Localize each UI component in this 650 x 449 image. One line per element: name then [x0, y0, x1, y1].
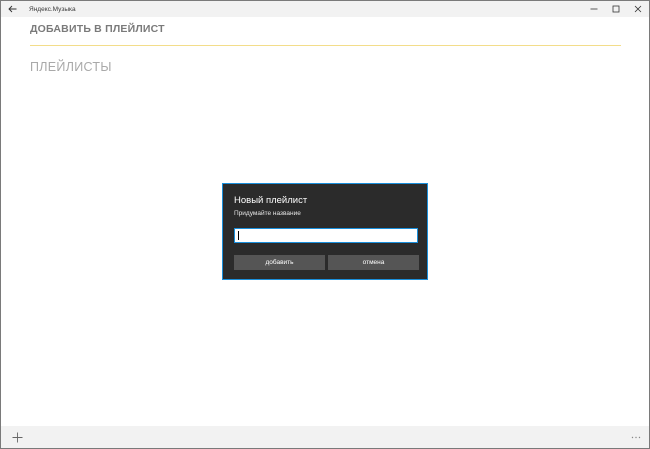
plus-icon [12, 432, 22, 442]
bottom-app-bar [1, 426, 649, 448]
dialog-title: Новый плейлист [234, 195, 308, 206]
text-caret [238, 231, 239, 240]
close-button[interactable] [627, 1, 649, 17]
arrow-left-icon [7, 5, 16, 13]
title-divider [30, 45, 621, 46]
maximize-icon [612, 5, 620, 13]
window-controls [583, 1, 649, 17]
playlist-name-input[interactable] [234, 228, 418, 243]
section-title: ПЛЕЙЛИСТЫ [30, 60, 112, 74]
back-button[interactable] [1, 1, 23, 17]
app-window: Яндекс.Музыка ДОБАВИТЬ В ПЛЕЙЛИСТ ПЛЕЙЛИ… [0, 0, 650, 449]
more-button[interactable] [629, 430, 643, 444]
dialog-subtitle: Придумайте название [234, 210, 301, 217]
ellipsis-icon [631, 436, 641, 438]
cancel-button[interactable]: отмена [328, 255, 419, 270]
app-title: Яндекс.Музыка [29, 5, 76, 13]
close-icon [634, 5, 642, 13]
minimize-icon [590, 8, 598, 10]
maximize-button[interactable] [605, 1, 627, 17]
add-button[interactable]: добавить [234, 255, 325, 270]
add-playlist-button[interactable] [9, 429, 25, 445]
new-playlist-dialog: Новый плейлист Придумайте название добав… [222, 183, 428, 280]
title-bar: Яндекс.Музыка [1, 1, 649, 17]
page-title: ДОБАВИТЬ В ПЛЕЙЛИСТ [30, 23, 165, 35]
minimize-button[interactable] [583, 1, 605, 17]
